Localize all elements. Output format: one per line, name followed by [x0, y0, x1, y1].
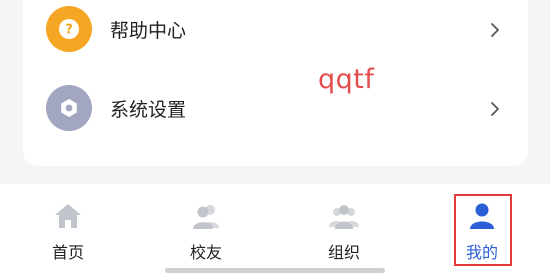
watermark-text: qqtf [318, 64, 375, 95]
annotation-highlight-box [454, 194, 512, 266]
organization-icon [329, 205, 359, 229]
tab-organization[interactable]: 组织 [284, 184, 404, 275]
menu-item-label: 帮助中心 [110, 20, 187, 42]
tab-label: 首页 [51, 243, 84, 262]
menu-item-label: 系统设置 [110, 99, 187, 121]
menu-item-system-settings[interactable]: 系统设置 [23, 79, 528, 139]
gear-icon [46, 85, 92, 131]
tab-home[interactable]: 首页 [8, 184, 128, 275]
svg-text:?: ? [65, 23, 73, 38]
settings-card: ? 帮助中心 系统设置 [23, 0, 528, 166]
tab-alumni[interactable]: 校友 [146, 184, 266, 275]
menu-item-help-center[interactable]: ? 帮助中心 [23, 0, 528, 60]
home-indicator [165, 268, 385, 273]
chevron-right-icon [491, 23, 499, 37]
tab-label: 校友 [189, 243, 222, 262]
alumni-icon [193, 205, 219, 229]
tab-label: 组织 [327, 243, 360, 262]
help-icon: ? [46, 6, 92, 52]
home-icon [55, 204, 81, 228]
chevron-right-icon [491, 102, 499, 116]
